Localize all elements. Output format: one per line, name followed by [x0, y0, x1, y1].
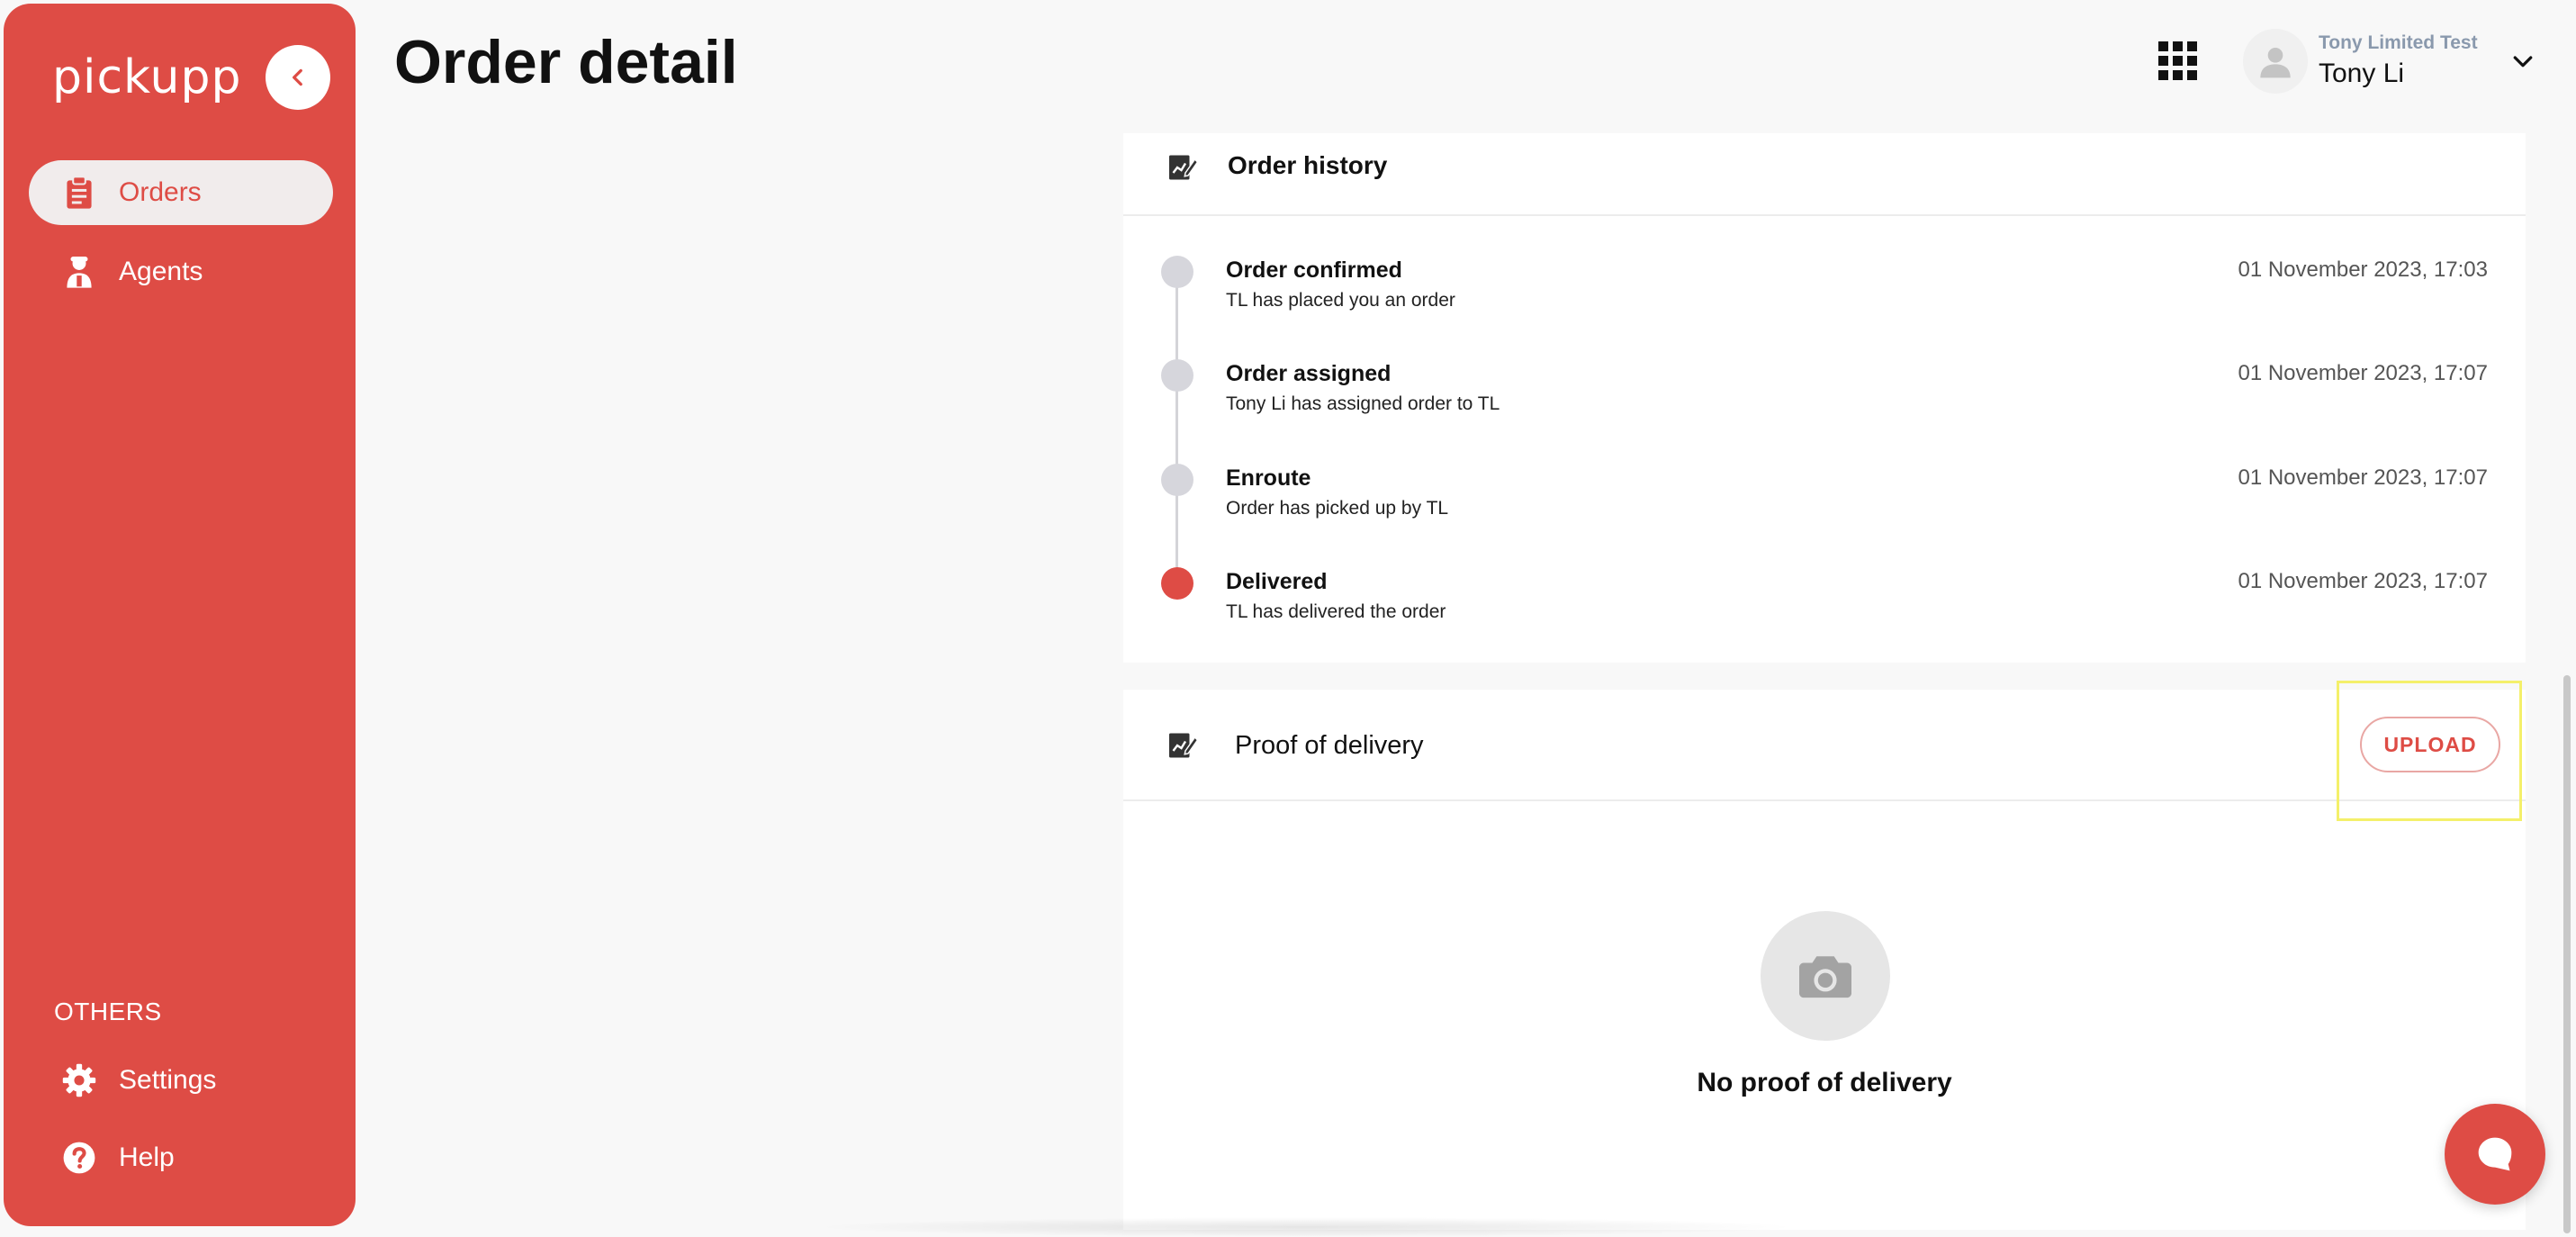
timeline-dot [1161, 464, 1193, 496]
sidebar-item-settings[interactable]: Settings [29, 1048, 333, 1113]
org-name: Tony Limited Test [2319, 32, 2478, 53]
timeline-item: Order confirmed TL has placed you an ord… [1123, 256, 2526, 328]
gear-icon [61, 1062, 97, 1098]
timeline-event-title: Enroute [1226, 465, 1311, 491]
camera-icon [1799, 956, 1851, 998]
person-icon [2260, 48, 2291, 78]
timeline-dot [1161, 256, 1193, 288]
timeline-event-description: TL has delivered the order [1226, 601, 1446, 622]
proof-of-delivery-header: Proof of delivery UPLOAD [1123, 690, 2526, 801]
chevron-down-icon[interactable] [2509, 49, 2536, 76]
timeline-event-description: Tony Li has assigned order to TL [1226, 393, 1500, 414]
clipboard-icon [61, 175, 97, 211]
camera-placeholder [1761, 911, 1890, 1041]
sidebar-item-label: Settings [119, 1065, 217, 1095]
timeline-event-title: Order assigned [1226, 361, 1392, 386]
edit-document-icon [1166, 151, 1199, 184]
order-history-card: Order history Order confirmed TL has pla… [1123, 133, 2526, 663]
avatar [2243, 29, 2308, 94]
proof-of-delivery-title: Proof of delivery [1235, 731, 1424, 760]
timeline-event-time: 01 November 2023, 17:03 [2238, 257, 2488, 282]
user-name: Tony Li [2319, 59, 2405, 88]
timeline-event-description: Order has picked up by TL [1226, 498, 1449, 519]
proof-of-delivery-card: Proof of delivery UPLOAD No proof of del… [1123, 690, 2526, 1230]
sidebar: pickupp Orders Agents OTHERS Settings He… [4, 4, 356, 1226]
bottom-shadow [810, 1217, 1800, 1237]
timeline-item: Order assigned Tony Li has assigned orde… [1123, 359, 2526, 431]
sidebar-item-label: Help [119, 1142, 175, 1172]
order-history-header: Order history [1123, 133, 2526, 216]
order-history-title: Order history [1228, 151, 1388, 179]
timeline-event-time: 01 November 2023, 17:07 [2238, 569, 2488, 593]
collapse-sidebar-button[interactable] [266, 45, 330, 110]
timeline-item: Delivered TL has delivered the order 01 … [1123, 567, 2526, 639]
sidebar-item-label: Orders [119, 177, 202, 207]
highlight-overlay [2337, 681, 2522, 821]
sidebar-item-label: Agents [119, 257, 203, 286]
timeline-item: Enroute Order has picked up by TL 01 Nov… [1123, 464, 2526, 536]
chat-button[interactable] [2445, 1104, 2545, 1205]
section-label-others: OTHERS [54, 998, 162, 1025]
timeline-dot [1161, 359, 1193, 392]
chat-bubble-icon [2478, 1137, 2512, 1171]
sidebar-item-help[interactable]: Help [29, 1125, 333, 1190]
help-icon [61, 1140, 97, 1176]
sidebar-item-agents[interactable]: Agents [29, 239, 333, 304]
timeline-event-title: Order confirmed [1226, 257, 1402, 283]
scrollbar[interactable] [2563, 675, 2571, 1233]
timeline-event-time: 01 November 2023, 17:07 [2238, 361, 2488, 385]
edit-document-icon [1166, 729, 1199, 762]
apps-grid-icon[interactable] [2157, 40, 2200, 83]
timeline-event-time: 01 November 2023, 17:07 [2238, 465, 2488, 490]
sidebar-item-orders[interactable]: Orders [29, 160, 333, 225]
timeline-dot-current [1161, 567, 1193, 600]
empty-state-text: No proof of delivery [1697, 1068, 1952, 1097]
agent-icon [61, 254, 97, 290]
user-menu[interactable]: Tony Limited Test Tony Li [2243, 25, 2549, 97]
brand-logo: pickupp [52, 50, 242, 104]
chevron-left-icon [293, 68, 302, 86]
timeline-event-description: TL has placed you an order [1226, 290, 1455, 311]
page-title: Order detail [394, 28, 738, 96]
timeline-event-title: Delivered [1226, 569, 1328, 594]
